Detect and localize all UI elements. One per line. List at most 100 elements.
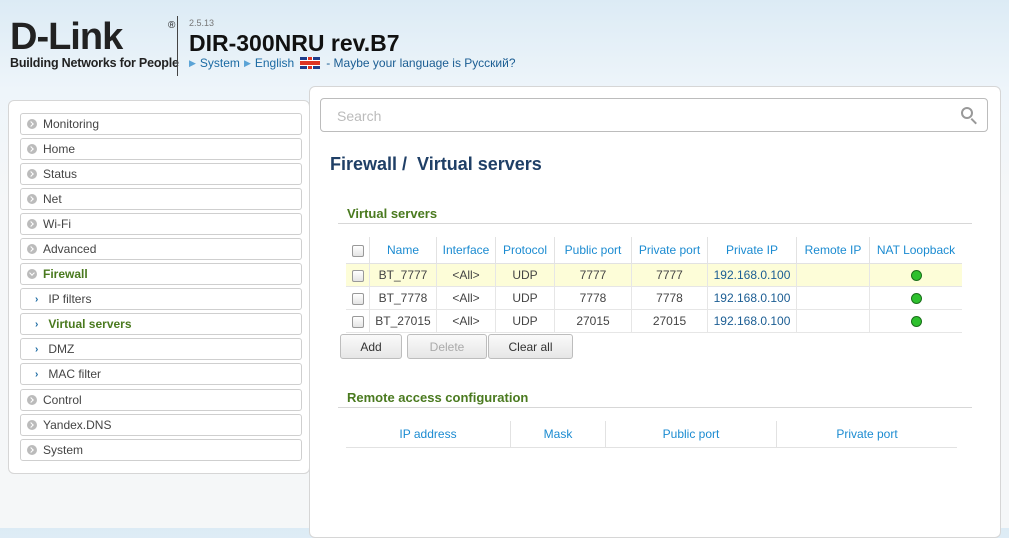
sidebar-item-label: Virtual servers <box>48 317 132 331</box>
column-header[interactable]: Protocol <box>495 237 555 264</box>
cell-interface: <All> <box>436 263 496 287</box>
sidebar-item-label: Firewall <box>43 267 88 281</box>
row-select-cell <box>346 309 370 333</box>
table-header-row: Name Interface Protocol Public port Priv… <box>346 237 962 264</box>
column-header[interactable]: Private port <box>631 237 708 264</box>
cell-public-port: 27015 <box>554 309 632 333</box>
main-panel: Firewall / Virtual servers Virtual serve… <box>309 86 1001 538</box>
breadcrumb-current: Virtual servers <box>417 154 542 174</box>
column-header[interactable]: IP address <box>346 421 511 448</box>
add-button[interactable]: Add <box>340 334 402 359</box>
arrow-right-icon: › <box>35 343 39 355</box>
sidebar-item-net[interactable]: Net <box>20 188 302 210</box>
system-link[interactable]: System <box>200 56 240 70</box>
uk-flag-icon[interactable] <box>300 57 321 69</box>
search-box <box>320 98 988 132</box>
sidebar-subitem-ip-filters[interactable]: › IP filters <box>20 288 302 310</box>
language-selector[interactable]: English <box>255 56 294 70</box>
sidebar-item-label: MAC filter <box>48 367 102 381</box>
column-header[interactable]: Public port <box>554 237 632 264</box>
sidebar-item-label: IP filters <box>48 292 92 306</box>
cell-interface: <All> <box>436 309 496 333</box>
sidebar-item-label: Net <box>43 192 62 206</box>
sidebar-item-label: Advanced <box>43 242 97 256</box>
sidebar-item-label: Monitoring <box>43 117 100 131</box>
arrow-right-icon: › <box>35 293 39 305</box>
chevron-right-icon <box>27 395 37 405</box>
column-header[interactable]: Private port <box>776 421 957 448</box>
select-all-checkbox[interactable] <box>351 244 364 257</box>
sidebar-item-label: Yandex.DNS <box>43 418 112 432</box>
header-divider <box>177 16 178 76</box>
cell-nat-loopback <box>869 309 962 333</box>
search-icon[interactable] <box>961 107 973 119</box>
sidebar-item-advanced[interactable]: Advanced <box>20 238 302 260</box>
row-select-cell <box>346 263 370 287</box>
status-enabled-icon <box>910 293 922 305</box>
chevron-right-icon <box>27 219 37 229</box>
select-all-cell <box>346 237 370 264</box>
sidebar-item-wifi[interactable]: Wi-Fi <box>20 213 302 235</box>
row-checkbox[interactable] <box>351 292 364 305</box>
sidebar-item-yandex-dns[interactable]: Yandex.DNS <box>20 414 302 436</box>
table-row[interactable]: BT_27015 <All> UDP 27015 27015 192.168.0… <box>346 309 962 333</box>
row-checkbox[interactable] <box>351 315 364 328</box>
remote-access-section-title: Remote access configuration <box>347 390 529 405</box>
sidebar-subitem-mac-filter[interactable]: › MAC filter <box>20 363 302 385</box>
column-header[interactable]: NAT Loopback <box>869 237 962 264</box>
arrow-right-icon: › <box>35 368 39 380</box>
firmware-version: 2.5.13 <box>189 18 215 28</box>
table-header-row: IP address Mask Public port Private port <box>346 421 957 448</box>
section-divider <box>338 223 972 224</box>
sidebar-item-monitoring[interactable]: Monitoring <box>20 113 302 135</box>
sidebar-item-firewall[interactable]: Firewall <box>20 263 302 285</box>
cell-protocol: UDP <box>495 309 555 333</box>
virtual-servers-section-title: Virtual servers <box>347 206 438 221</box>
chevron-right-icon <box>27 144 37 154</box>
dlink-logo[interactable]: D-Link ® Building Networks for People <box>10 18 179 70</box>
cell-name: BT_27015 <box>369 309 437 333</box>
arrow-right-icon: › <box>35 318 39 330</box>
sidebar-menu: Monitoring Home Status Net Wi-Fi Advance… <box>8 100 310 474</box>
column-header[interactable]: Interface <box>436 237 496 264</box>
section-divider <box>338 407 972 408</box>
cell-nat-loopback <box>869 263 962 287</box>
sidebar-item-control[interactable]: Control <box>20 389 302 411</box>
column-header[interactable]: Private IP <box>707 237 797 264</box>
chevron-right-icon <box>27 194 37 204</box>
column-header[interactable]: Remote IP <box>796 237 870 264</box>
cell-private-ip: 192.168.0.100 <box>707 309 797 333</box>
cell-private-ip: 192.168.0.100 <box>707 263 797 287</box>
sidebar-item-label: Home <box>43 142 76 156</box>
sidebar-subitem-virtual-servers[interactable]: › Virtual servers <box>20 313 302 335</box>
sidebar-item-home[interactable]: Home <box>20 138 302 160</box>
row-checkbox[interactable] <box>351 269 364 282</box>
chevron-right-icon <box>27 420 37 430</box>
cell-protocol: UDP <box>495 263 555 287</box>
table-row[interactable]: BT_7778 <All> UDP 7778 7778 192.168.0.10… <box>346 286 962 310</box>
breadcrumb-parent[interactable]: Firewall / <box>330 154 407 174</box>
cell-nat-loopback <box>869 286 962 310</box>
chevron-right-icon <box>27 119 37 129</box>
language-suggestion-link[interactable]: - Maybe your language is Русский? <box>326 56 515 70</box>
sidebar-item-status[interactable]: Status <box>20 163 302 185</box>
virtual-servers-table: Name Interface Protocol Public port Priv… <box>346 237 962 333</box>
cell-public-port: 7777 <box>554 263 632 287</box>
column-header[interactable]: Name <box>369 237 437 264</box>
search-input[interactable] <box>335 107 939 125</box>
cell-private-port: 27015 <box>631 309 708 333</box>
table-row[interactable]: BT_7777 <All> UDP 7777 7777 192.168.0.10… <box>346 263 962 287</box>
page-title: Firewall / Virtual servers <box>330 154 542 175</box>
sidebar-item-system[interactable]: System <box>20 439 302 461</box>
registered-mark: ® <box>168 20 176 31</box>
sidebar-item-label: DMZ <box>48 342 75 356</box>
logo-tagline: Building Networks for People <box>10 56 179 70</box>
column-header[interactable]: Mask <box>510 421 606 448</box>
cell-private-port: 7778 <box>631 286 708 310</box>
clear-all-button[interactable]: Clear all <box>488 334 573 359</box>
cell-name: BT_7777 <box>369 263 437 287</box>
delete-button[interactable]: Delete <box>407 334 487 359</box>
sidebar-subitem-dmz[interactable]: › DMZ <box>20 338 302 360</box>
column-header[interactable]: Public port <box>605 421 777 448</box>
logo-text: D-Link <box>10 16 123 58</box>
